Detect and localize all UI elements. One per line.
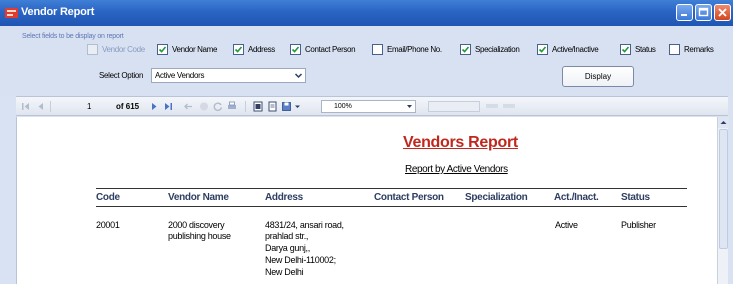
column-header-status: Status [621, 192, 650, 203]
page-setup-icon[interactable] [267, 101, 279, 112]
checkbox-box [372, 44, 383, 55]
next-page-icon[interactable] [149, 101, 159, 112]
checkbox-box [233, 44, 244, 55]
maximize-button[interactable] [695, 4, 712, 21]
close-button[interactable] [714, 4, 731, 21]
cell-address-line: prahlad str., [265, 231, 309, 241]
checkbox-label: Vendor Code [102, 45, 145, 54]
refresh-icon[interactable] [212, 101, 224, 112]
toolbar-separator [244, 101, 248, 112]
header-top-rule [96, 188, 687, 189]
window-title: Vendor Report [21, 6, 95, 18]
checkbox-box [537, 44, 548, 55]
display-button[interactable]: Display [562, 66, 634, 87]
checkbox-box [87, 44, 98, 55]
column-header-active: Act./Inact. [554, 192, 599, 203]
cell-address-line: New Delhi-110002; [265, 255, 336, 265]
selection-hint: Select fields to be display on report [22, 33, 124, 40]
chevron-down-icon[interactable] [406, 103, 413, 110]
print-icon[interactable] [226, 101, 238, 112]
column-header-specialization: Specialization [465, 192, 528, 203]
report-title: Vendors Report [403, 134, 518, 151]
checkbox-box [460, 44, 471, 55]
chevron-down-icon[interactable] [294, 71, 303, 80]
select-option-dropdown[interactable]: Active Vendors [151, 68, 306, 83]
column-header-code: Code [96, 192, 120, 203]
cell-vendor-name-line: 2000 discovery [168, 220, 225, 230]
checkbox-box [620, 44, 631, 55]
select-option-value: Active Vendors [155, 71, 205, 80]
header-bottom-rule [96, 206, 687, 207]
back-icon[interactable] [182, 101, 194, 112]
scrollbar-thumb[interactable] [719, 129, 728, 249]
zoom-value: 100% [334, 103, 352, 110]
cell-address-line: 4831/24, ansari road, [265, 220, 344, 230]
page-count: of 615 [116, 102, 140, 111]
report-subtitle: Report by Active Vendors [405, 164, 508, 175]
scroll-up-icon[interactable] [718, 117, 729, 128]
checkbox-label: Address [248, 45, 275, 54]
print-layout-icon[interactable] [252, 101, 264, 112]
app-icon [5, 7, 18, 19]
export-chevron-down-icon[interactable] [294, 101, 301, 112]
checkbox-label: Specialization [475, 45, 520, 54]
export-icon[interactable] [281, 101, 293, 112]
find-input[interactable] [428, 101, 480, 112]
report-viewer: Vendors Report Report by Active Vendors … [16, 117, 717, 284]
last-page-icon[interactable] [162, 101, 174, 112]
checkbox-box [157, 44, 168, 55]
checkbox-label: Remarks [684, 45, 714, 54]
cell-code: 20001 [96, 220, 120, 230]
vertical-scrollbar[interactable] [717, 117, 729, 284]
cell-address-line: New Delhi [265, 267, 304, 277]
cell-status: Publisher [621, 220, 656, 230]
column-header-vendor-name: Vendor Name [168, 192, 229, 203]
checkbox-label: Vendor Name [172, 45, 218, 54]
stop-icon[interactable] [198, 101, 210, 112]
checkbox-label: Status [635, 45, 656, 54]
previous-page-icon[interactable] [36, 101, 46, 112]
title-bar[interactable]: Vendor Report [0, 0, 733, 26]
checkbox-box [669, 44, 680, 55]
checkbox-label: Email/Phone No. [387, 45, 442, 54]
report-viewer-toolbar: 1 of 615 100% [16, 96, 728, 116]
vendor-report-window: Vendor Report Select fields to be displa… [0, 0, 733, 284]
toolbar-separator [49, 101, 53, 112]
select-option-label: Select Option [99, 71, 144, 80]
zoom-dropdown[interactable]: 100% [321, 100, 416, 113]
column-header-address: Address [265, 192, 303, 203]
cell-address-line: Darya gunj,, [265, 243, 310, 253]
checkbox-label: Active/Inactive [552, 45, 599, 54]
first-page-icon[interactable] [20, 101, 32, 112]
checkbox-box [290, 44, 301, 55]
field-selection-panel: Select fields to be display on report Ve… [0, 26, 733, 96]
cell-active: Active [555, 220, 578, 230]
find-next-icon[interactable] [486, 102, 516, 112]
checkbox-label: Contact Person [305, 45, 356, 54]
cell-vendor-name-line: publishing house [168, 231, 231, 241]
current-page[interactable]: 1 [87, 102, 91, 111]
column-header-contact-person: Contact Person [374, 192, 444, 203]
minimize-button[interactable] [676, 4, 693, 21]
